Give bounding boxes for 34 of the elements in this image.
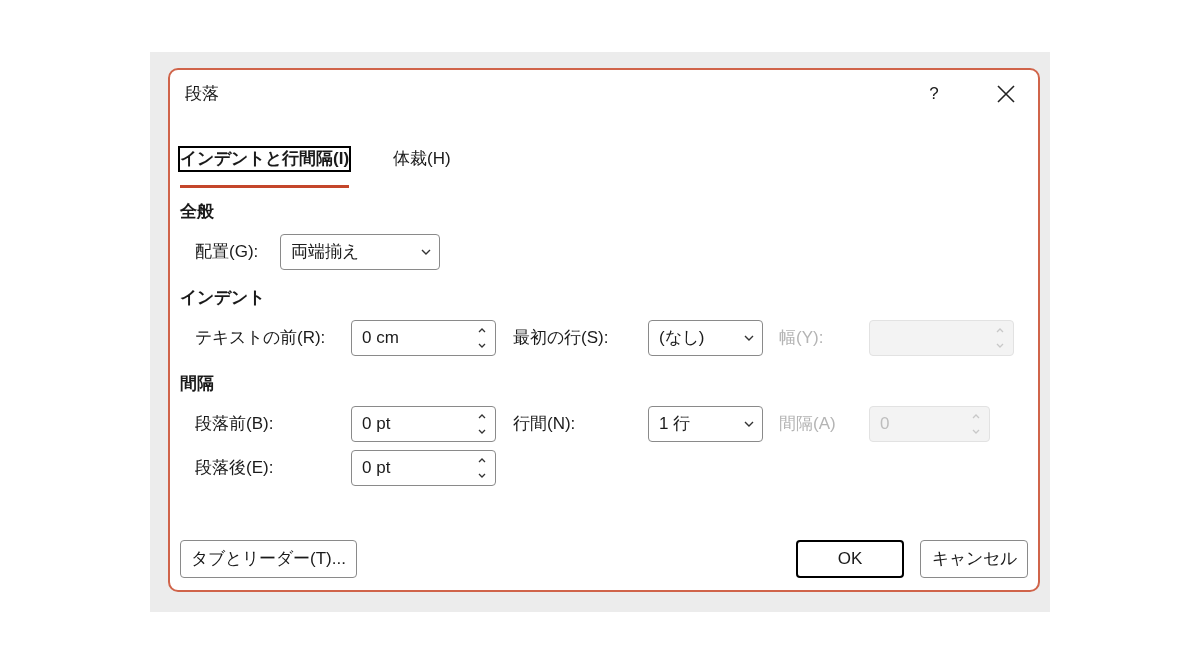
spin-arrows-icon	[477, 456, 487, 480]
tab[interactable]: インデントと行間隔(I)	[180, 144, 350, 188]
section-heading: 全般	[180, 201, 215, 223]
field-label: 幅(Y):	[779, 327, 825, 350]
spin-arrows-icon	[477, 326, 487, 350]
chevron-down-icon	[744, 421, 754, 427]
field-label: 間隔(A)	[779, 413, 837, 436]
dropdown[interactable]: (なし)	[648, 320, 763, 356]
dropdown[interactable]: 両端揃え	[280, 234, 441, 270]
spin-arrows-icon	[995, 326, 1005, 350]
field-label: 段落前(B):	[195, 413, 275, 436]
field-label: 段落後(E):	[195, 457, 275, 480]
dropdown[interactable]: 1 行	[648, 406, 763, 442]
chevron-down-icon	[421, 249, 432, 255]
close-button[interactable]	[996, 84, 1016, 104]
field-label: 行間(N):	[513, 413, 577, 436]
chevron-down-icon	[744, 335, 754, 341]
field-label: 配置(G):	[195, 241, 259, 264]
section-heading: インデント	[180, 287, 266, 309]
field-label: 最初の行(S):	[513, 327, 610, 350]
help-button[interactable]: ?	[922, 81, 946, 107]
spin-field[interactable]: 0 cm	[351, 320, 496, 356]
dialog-button[interactable]: タブとリーダー(T)...	[180, 540, 357, 578]
spin-arrows-icon	[477, 412, 487, 436]
tab[interactable]: 体裁(H)	[393, 144, 451, 188]
dialog-button[interactable]: OK	[796, 540, 904, 578]
spin-field[interactable]: 0 pt	[351, 406, 496, 442]
field-label: テキストの前(R):	[195, 327, 327, 350]
section-heading: 間隔	[180, 373, 215, 395]
close-icon	[997, 85, 1015, 103]
dialog-title: 段落	[185, 83, 219, 106]
spin-arrows-icon	[971, 412, 981, 436]
spin-field[interactable]: 0 pt	[351, 450, 496, 486]
dialog-button[interactable]: キャンセル	[920, 540, 1028, 578]
